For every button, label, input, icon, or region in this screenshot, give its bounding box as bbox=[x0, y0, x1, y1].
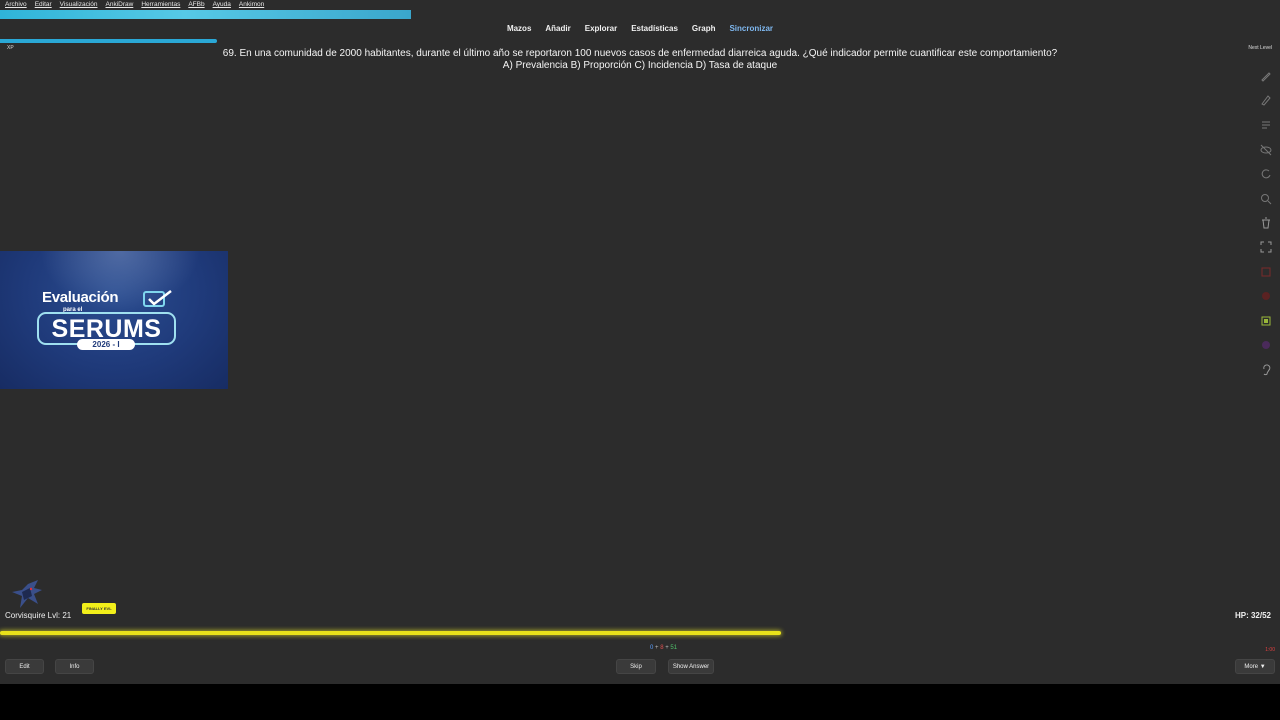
review-counts: 0 + 8 + 51 bbox=[650, 645, 677, 651]
pokemon-badge[interactable]: FINALLY EVL bbox=[82, 603, 116, 614]
corvisquire-sprite bbox=[12, 580, 42, 608]
xp-bar bbox=[0, 39, 217, 43]
show-answer-button[interactable]: Show Answer bbox=[668, 659, 714, 674]
banner-year: 2026 - I bbox=[77, 339, 135, 350]
purple-icon[interactable] bbox=[1256, 335, 1276, 355]
lines-icon[interactable] bbox=[1256, 115, 1276, 135]
pokemon-name: Corvisquire Lvl: 21 bbox=[5, 611, 72, 620]
skip-button[interactable]: Skip bbox=[616, 659, 656, 674]
red-fill-icon[interactable] bbox=[1256, 286, 1276, 306]
edit-button[interactable]: Edit bbox=[5, 659, 44, 674]
red-square-icon[interactable] bbox=[1256, 262, 1276, 282]
rotate-icon[interactable] bbox=[1256, 164, 1276, 184]
question-options: A) Prevalencia B) Proporción C) Incidenc… bbox=[502, 60, 778, 71]
banner-title: Evaluación bbox=[42, 289, 119, 306]
nav-add[interactable]: Añadir bbox=[545, 23, 570, 34]
trash-icon[interactable] bbox=[1256, 213, 1276, 233]
timer-indicator: 1:00 bbox=[1265, 647, 1275, 653]
fullscreen-icon[interactable] bbox=[1256, 237, 1276, 257]
green-square-icon[interactable] bbox=[1256, 311, 1276, 331]
eye-off-icon[interactable] bbox=[1256, 140, 1276, 160]
info-button[interactable]: Info bbox=[55, 659, 94, 674]
pen-icon[interactable] bbox=[1256, 66, 1276, 86]
nav-sync[interactable]: Sincronizar bbox=[729, 23, 773, 34]
main-nav: Mazos Añadir Explorar Estadísticas Graph… bbox=[0, 23, 1280, 34]
pencil-icon[interactable] bbox=[1256, 90, 1276, 110]
more-button[interactable]: More ▼ bbox=[1235, 659, 1275, 674]
question-text: 69. En una comunidad de 2000 habitantes,… bbox=[222, 48, 1058, 59]
hp-label: HP: 32/52 bbox=[1234, 611, 1271, 620]
nav-graph[interactable]: Graph bbox=[692, 23, 716, 34]
next-level-label: Next Level bbox=[1248, 45, 1272, 51]
checklist-icon bbox=[143, 290, 172, 307]
nav-decks[interactable]: Mazos bbox=[507, 23, 531, 34]
review-count: 51 bbox=[670, 645, 678, 651]
bottom-strip bbox=[0, 684, 1280, 720]
top-progress-bar bbox=[0, 10, 411, 19]
card-question: 69. En una comunidad de 2000 habitantes,… bbox=[222, 48, 1058, 72]
nav-browse[interactable]: Explorar bbox=[585, 23, 617, 34]
hp-bar bbox=[0, 631, 781, 635]
nav-stats[interactable]: Estadísticas bbox=[631, 23, 678, 34]
ear-icon[interactable] bbox=[1256, 360, 1276, 380]
xp-label: XP bbox=[7, 45, 14, 51]
zoom-icon[interactable] bbox=[1256, 189, 1276, 209]
